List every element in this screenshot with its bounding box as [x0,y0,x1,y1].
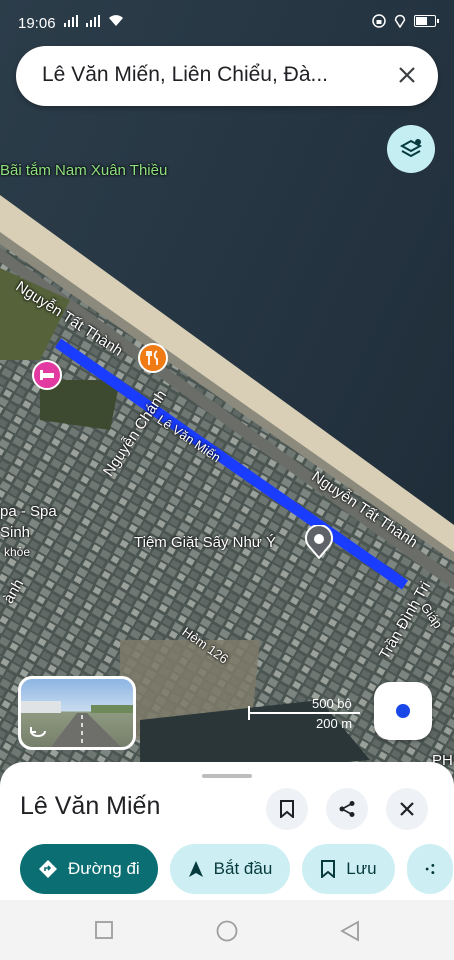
layers-icon [399,139,423,158]
back-button[interactable] [340,920,360,946]
map-layers-button[interactable] [387,125,435,173]
system-navigation-bar [0,900,454,960]
search-bar[interactable]: Lê Văn Miến, Liên Chiểu, Đà... [16,46,438,106]
lock-rotation-icon [372,14,386,28]
close-icon [399,67,415,83]
hotel-icon [32,360,62,390]
save-button[interactable]: Lưu [302,844,395,894]
signal-icon [86,15,100,27]
my-location-icon [393,701,413,721]
directions-button[interactable]: Đường đi [20,844,158,894]
map-label-poi[interactable]: Tiệm Giặt Sấy Như Ý [134,534,276,551]
share-icon [339,801,355,817]
save-label: Lưu [346,859,377,878]
map-label-spa[interactable]: pa - Spa [0,503,57,520]
navigation-arrow-icon [188,861,203,877]
home-button[interactable] [216,920,238,946]
start-button[interactable]: Bắt đầu [169,844,291,894]
place-pin[interactable] [304,524,334,563]
place-title: Lê Văn Miến [20,792,161,820]
map-label-spa[interactable]: khỏe [4,545,30,559]
search-query[interactable]: Lê Văn Miến, Liên Chiểu, Đà... [42,63,382,87]
signal-icons [64,14,124,27]
wifi-icon [109,15,123,26]
share-chip-button[interactable] [406,844,453,894]
triangle-back-icon [340,920,359,942]
action-chips: Đường đi Bắt đầu Lưu [20,844,453,894]
battery-icon [414,15,439,27]
map-label-beach[interactable]: Bãi tắm Nam Xuân Thiều [0,162,167,179]
close-icon [400,802,414,816]
directions-label: Đường đi [68,859,140,878]
save-icon-button[interactable] [266,788,308,830]
status-time: 19:06 [18,15,56,32]
location-status-icon [394,14,406,28]
location-pin-icon [305,524,333,560]
share-button[interactable] [326,788,368,830]
hotel-pin[interactable] [32,360,62,394]
place-bottom-sheet[interactable]: Lê Văn Miến Đường đi Bắt đầu Lưu [0,762,454,900]
restaurant-icon [138,343,168,373]
close-sheet-button[interactable] [386,788,428,830]
close-search-button[interactable] [390,58,424,92]
my-location-button[interactable] [374,682,432,740]
drag-handle[interactable] [202,774,252,778]
start-label: Bắt đầu [213,859,273,878]
share-icon [425,864,434,874]
map-label-spa[interactable]: Sinh [0,524,30,541]
status-bar: 19:06 [0,0,454,44]
directions-icon [39,860,57,878]
street-view-thumbnail[interactable] [18,676,136,750]
recents-button[interactable] [94,920,114,944]
restaurant-pin[interactable] [138,343,168,377]
rotate-360-icon [27,719,49,741]
circle-icon [216,920,238,942]
signal-icon [64,15,78,27]
bookmark-icon [321,860,336,878]
square-icon [95,921,113,939]
bookmark-icon [280,800,294,818]
